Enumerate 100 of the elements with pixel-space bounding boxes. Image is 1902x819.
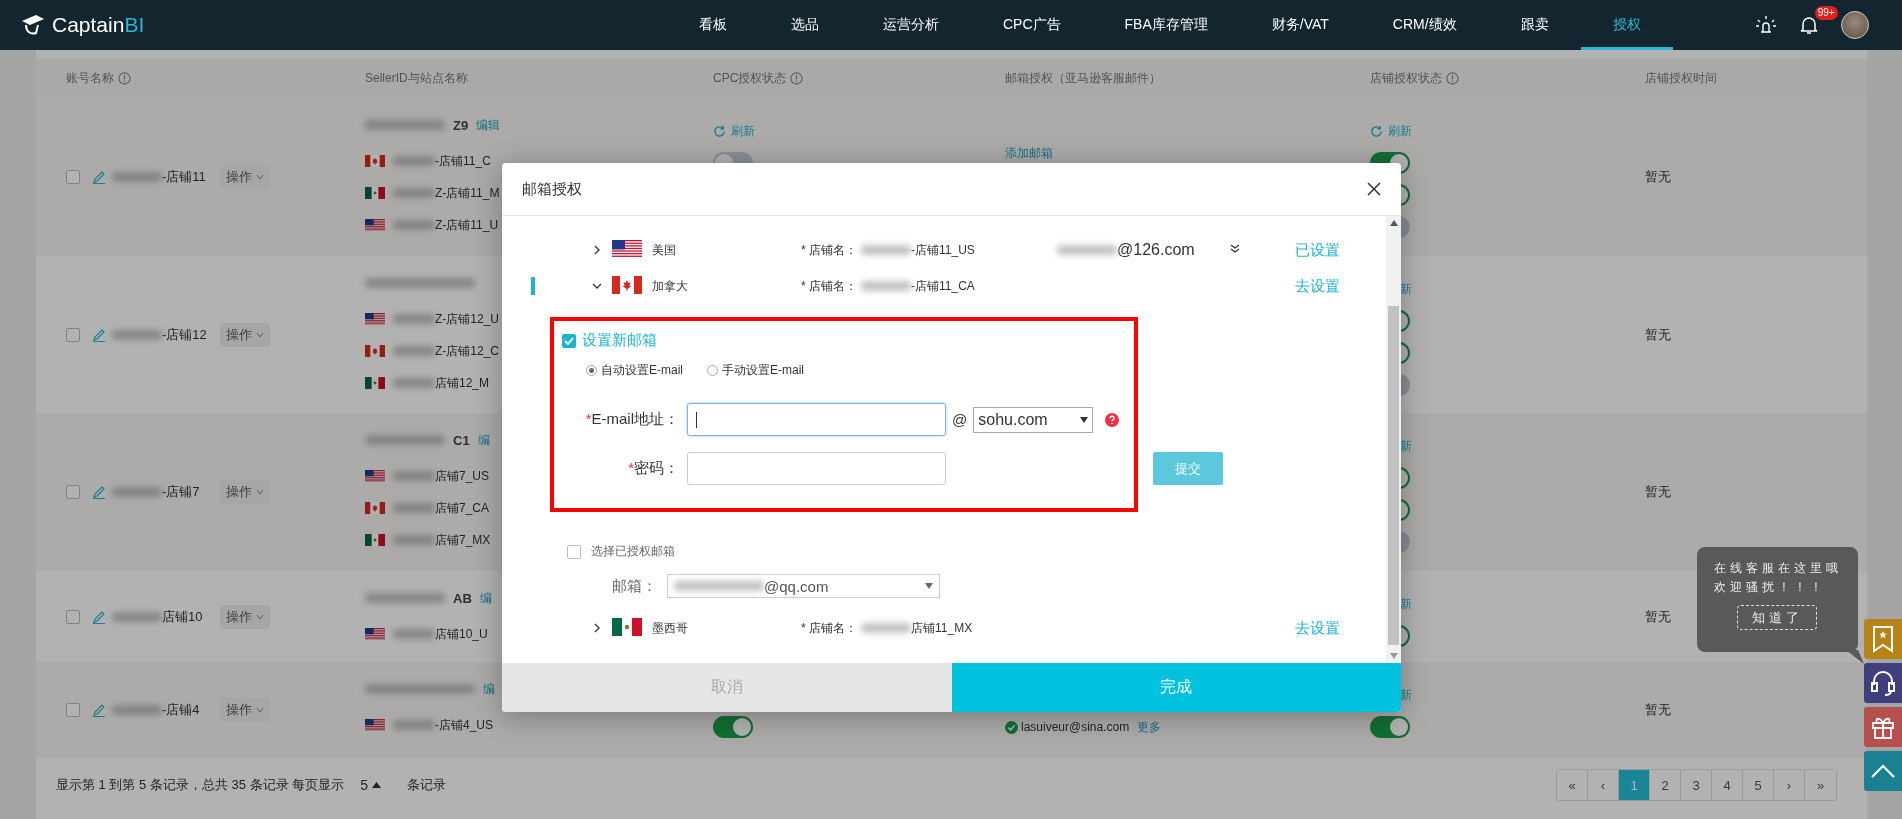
scrollbar[interactable] bbox=[1386, 216, 1401, 663]
column-header: CPC授权状态 bbox=[713, 70, 787, 87]
caret-icon bbox=[372, 782, 381, 788]
chevron-icon[interactable] bbox=[592, 245, 602, 255]
checkbox[interactable] bbox=[66, 485, 80, 499]
seller-id: AB bbox=[453, 590, 472, 606]
account-name: -店铺12 bbox=[162, 325, 207, 344]
nav-item[interactable]: 看板 bbox=[667, 0, 759, 50]
caret-icon bbox=[1080, 416, 1089, 423]
nav-item[interactable]: CPC广告 bbox=[971, 0, 1093, 50]
caret-icon bbox=[256, 613, 264, 620]
action-dropdown[interactable]: 操作 bbox=[220, 480, 270, 504]
auth-time: 暂无 bbox=[1645, 168, 1671, 186]
nav-item[interactable]: 财务/VAT bbox=[1239, 0, 1361, 50]
column-header: 店铺授权状态 bbox=[1370, 70, 1442, 87]
field-label: *E-mail地址： bbox=[584, 410, 680, 429]
redacted-text bbox=[861, 623, 911, 633]
email-address: @126.com bbox=[1117, 241, 1195, 259]
password-field[interactable] bbox=[687, 452, 946, 485]
double-chevron-icon[interactable] bbox=[1230, 244, 1240, 254]
tooltip-text: 在线客服在这里哦 bbox=[1714, 560, 1843, 577]
seller-id: Z9 bbox=[453, 117, 469, 133]
column-header: SellerID与站点名称 bbox=[365, 70, 468, 87]
pencil-icon[interactable] bbox=[92, 703, 106, 717]
account-name: -店铺4 bbox=[162, 701, 200, 719]
account-name: -店铺7 bbox=[162, 483, 200, 501]
seller-id: C1 bbox=[453, 432, 470, 448]
checkbox[interactable] bbox=[66, 327, 80, 342]
nav-item[interactable]: 跟卖 bbox=[1488, 0, 1581, 50]
nav-item[interactable]: FBA库存管理 bbox=[1092, 0, 1240, 50]
checkbox[interactable] bbox=[562, 333, 576, 348]
country-name: 墨西哥 bbox=[652, 619, 689, 637]
action-dropdown[interactable]: 操作 bbox=[220, 698, 270, 722]
help-icon[interactable] bbox=[1105, 412, 1120, 427]
store-name: 店铺7_US bbox=[435, 467, 490, 485]
gift-icon[interactable] bbox=[1864, 707, 1902, 747]
page-button[interactable]: « bbox=[1557, 770, 1588, 800]
checkbox[interactable] bbox=[66, 703, 80, 717]
radio-option[interactable]: 手动设置E-mail bbox=[707, 362, 805, 379]
checkbox[interactable] bbox=[567, 544, 581, 559]
refresh-icon bbox=[1370, 124, 1383, 138]
at-sign: @ bbox=[952, 411, 968, 428]
headset-icon[interactable] bbox=[1864, 663, 1902, 703]
back-to-top-icon[interactable] bbox=[1864, 751, 1902, 791]
close-icon[interactable] bbox=[1367, 182, 1381, 196]
email-input-field[interactable] bbox=[687, 403, 946, 436]
account-name: 店铺10 bbox=[162, 607, 203, 626]
lamp-icon[interactable] bbox=[1754, 14, 1777, 36]
store-name: -店铺11_US bbox=[911, 241, 975, 259]
toggle-switch[interactable] bbox=[713, 716, 753, 738]
auth-time: 暂无 bbox=[1645, 325, 1671, 344]
logo-text[interactable]: CaptainBI bbox=[52, 13, 145, 37]
mailbox-select[interactable]: @qq.com bbox=[667, 574, 940, 598]
pencil-icon[interactable] bbox=[92, 170, 106, 184]
column-header: 店铺授权时间 bbox=[1645, 70, 1717, 87]
scroll-down-icon[interactable] bbox=[1389, 653, 1398, 659]
redacted-text bbox=[1057, 245, 1117, 255]
chevron-icon[interactable] bbox=[592, 281, 602, 291]
nav-item[interactable]: CRM/绩效 bbox=[1360, 0, 1489, 50]
verified-icon bbox=[1005, 720, 1018, 734]
radio-button[interactable] bbox=[707, 365, 718, 376]
edit-link[interactable]: 编 bbox=[479, 589, 492, 607]
pencil-icon[interactable] bbox=[92, 485, 106, 499]
store-name: -店铺11_C bbox=[435, 152, 491, 170]
checkbox[interactable] bbox=[66, 609, 80, 624]
store-name: 店铺12_M bbox=[435, 374, 490, 392]
redacted-text bbox=[861, 281, 911, 291]
radio-button[interactable] bbox=[586, 365, 597, 376]
caret-icon bbox=[925, 583, 933, 589]
caret-icon bbox=[256, 331, 264, 338]
radio-option[interactable]: 自动设置E-mail bbox=[586, 362, 683, 379]
avatar[interactable] bbox=[1840, 11, 1869, 39]
page-size-select[interactable]: 5 bbox=[360, 777, 381, 793]
store-label: * 店铺名： bbox=[801, 277, 857, 295]
email-address: lasuiveur@sina.com bbox=[1021, 720, 1130, 734]
store-name: Z-店铺12_U bbox=[435, 310, 499, 328]
column-header: 邮箱授权（亚马逊客服邮件） bbox=[1005, 70, 1161, 87]
account-name: -店铺11 bbox=[162, 168, 206, 186]
scroll-up-icon[interactable] bbox=[1389, 220, 1398, 226]
bell-icon[interactable] bbox=[1798, 15, 1819, 35]
store-name: 店铺11_MX bbox=[911, 619, 973, 637]
store-name: 店铺7_MX bbox=[435, 531, 491, 549]
toggle-switch[interactable] bbox=[1370, 716, 1410, 738]
action-dropdown[interactable]: 操作 bbox=[220, 604, 270, 629]
action-dropdown[interactable]: 操作 bbox=[220, 322, 270, 347]
checkbox[interactable] bbox=[66, 170, 80, 184]
captain-hat-icon bbox=[20, 13, 46, 37]
country-name: 加拿大 bbox=[652, 277, 689, 295]
refresh-icon bbox=[713, 124, 726, 138]
action-dropdown[interactable]: 操作 bbox=[220, 165, 270, 189]
redacted-text bbox=[861, 245, 911, 255]
domain-select[interactable]: sohu.com bbox=[973, 406, 1094, 433]
got-it-button[interactable]: 知道了 bbox=[1737, 605, 1817, 630]
auth-time: 暂无 bbox=[1645, 607, 1671, 626]
nav-item[interactable]: 运营分析 bbox=[851, 0, 971, 50]
chevron-icon[interactable] bbox=[592, 623, 602, 633]
pencil-icon[interactable] bbox=[92, 609, 106, 624]
nav-item[interactable]: 选品 bbox=[759, 0, 851, 50]
pencil-icon[interactable] bbox=[92, 327, 106, 342]
store-name: Z-店铺11_U bbox=[435, 216, 499, 234]
